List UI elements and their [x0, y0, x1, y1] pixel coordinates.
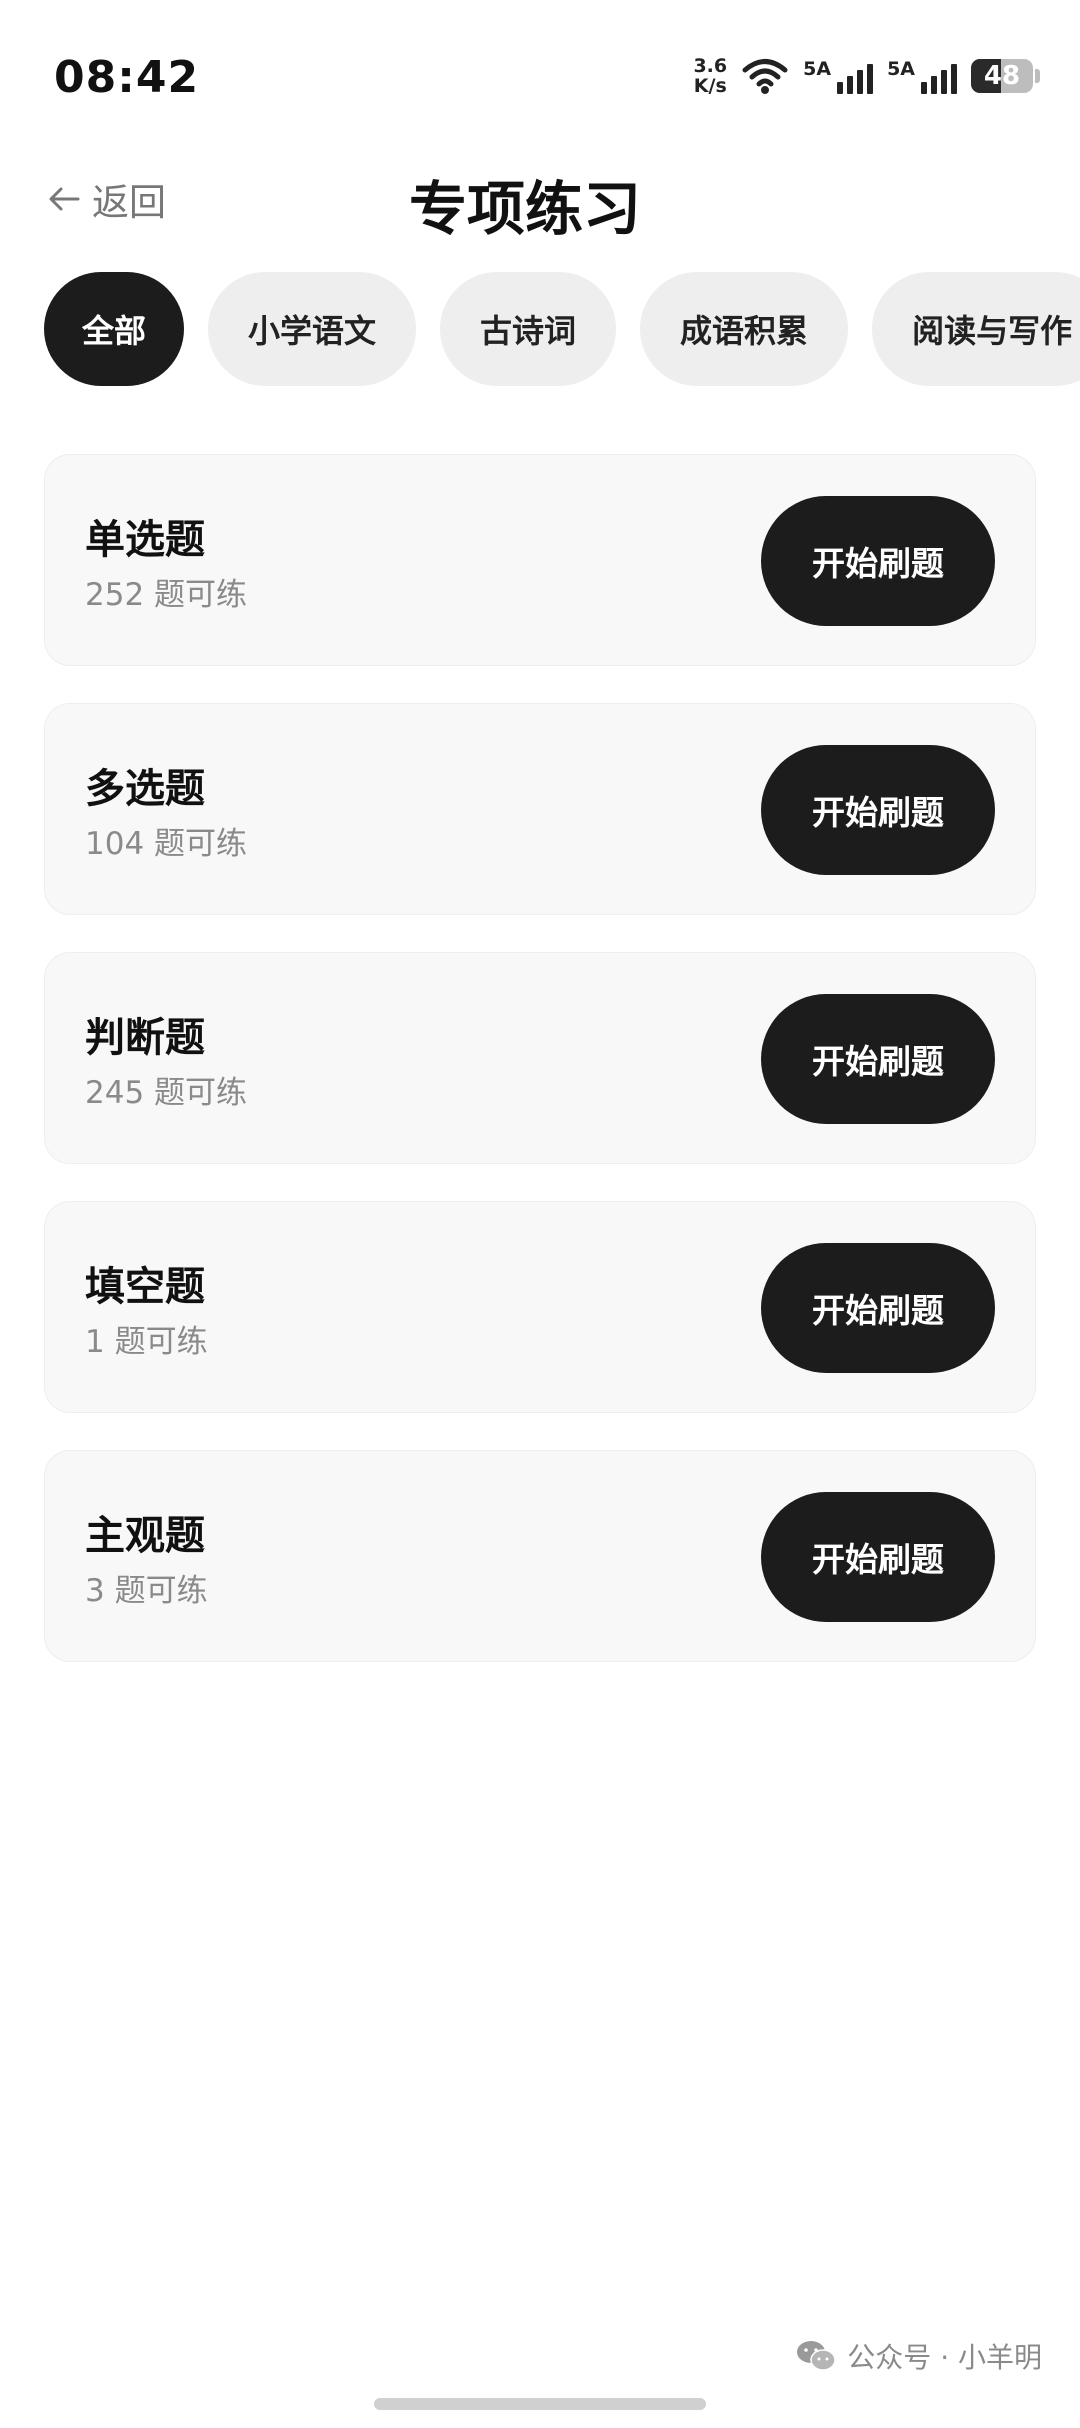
start-practice-button[interactable]: 开始刷题	[761, 745, 995, 875]
tab-reading-writing[interactable]: 阅读与写作	[872, 272, 1080, 386]
tab-idioms[interactable]: 成语积累	[640, 272, 849, 386]
signal-bar	[847, 76, 854, 94]
wifi-icon	[742, 59, 788, 94]
signal-bar	[837, 82, 844, 94]
tab-primary-chinese[interactable]: 小学语文	[208, 272, 417, 386]
card-fill-blank: 填空题 1 题可练 开始刷题	[44, 1201, 1036, 1413]
card-count: 1 题可练	[85, 1324, 208, 1360]
signal-sim2: 5A	[887, 58, 957, 94]
start-practice-button[interactable]: 开始刷题	[761, 1492, 995, 1622]
battery-icon: 48	[971, 59, 1040, 93]
network-speed: 3.6 K/s	[693, 56, 727, 96]
card-count: 3 题可练	[85, 1573, 208, 1609]
start-practice-button[interactable]: 开始刷题	[761, 496, 995, 626]
sim2-label: 5A	[887, 58, 915, 80]
card-title: 多选题	[85, 766, 205, 812]
sim1-label: 5A	[803, 58, 832, 80]
page-title: 专项练习	[408, 175, 641, 243]
battery-tip	[1035, 69, 1040, 83]
signal-bar	[857, 70, 864, 94]
signal-sim1: 5A	[803, 58, 874, 94]
tab-ancient-poetry[interactable]: 古诗词	[440, 272, 617, 386]
card-true-false: 判断题 245 题可练 开始刷题	[44, 952, 1036, 1164]
signal-bar	[921, 82, 927, 94]
battery-body: 48	[971, 59, 1033, 93]
tab-all[interactable]: 全部	[44, 272, 185, 386]
card-count: 252 题可练	[85, 577, 248, 613]
status-bar: 08:42 3.6 K/s 5A 5A 48	[0, 0, 1080, 150]
card-title: 判断题	[85, 1015, 205, 1061]
signal-bar	[931, 76, 937, 94]
battery-level: 48	[983, 61, 1021, 91]
question-type-list: 单选题 252 题可练 开始刷题 多选题 104 题可练 开始刷题 判断题 24…	[44, 454, 1036, 1699]
watermark: 公众号 · 小羊明	[795, 2336, 1042, 2376]
card-multiple-choice: 多选题 104 题可练 开始刷题	[44, 703, 1036, 915]
signal-bar	[867, 64, 874, 94]
card-count: 245 题可练	[85, 1075, 248, 1111]
start-practice-button[interactable]: 开始刷题	[761, 994, 995, 1124]
watermark-text: 公众号 · 小羊明	[847, 2341, 1042, 2374]
card-subjective: 主观题 3 题可练 开始刷题	[44, 1450, 1036, 1662]
signal-bar	[951, 64, 957, 94]
card-title: 主观题	[85, 1513, 205, 1559]
start-practice-button[interactable]: 开始刷题	[761, 1243, 995, 1373]
card-title: 填空题	[85, 1264, 205, 1310]
network-speed-unit: K/s	[693, 75, 727, 97]
wechat-icon	[797, 2341, 837, 2371]
card-title: 单选题	[85, 517, 205, 563]
home-indicator[interactable]	[374, 2398, 706, 2410]
network-speed-value: 3.6	[693, 55, 728, 77]
status-time: 08:42	[54, 52, 200, 103]
category-tabs: 全部 小学语文 古诗词 成语积累 阅读与写作	[44, 272, 1080, 386]
card-single-choice: 单选题 252 题可练 开始刷题	[44, 454, 1036, 666]
signal-bar	[941, 70, 947, 94]
status-icons: 3.6 K/s 5A 5A 48	[693, 56, 1040, 96]
card-count: 104 题可练	[85, 826, 248, 862]
